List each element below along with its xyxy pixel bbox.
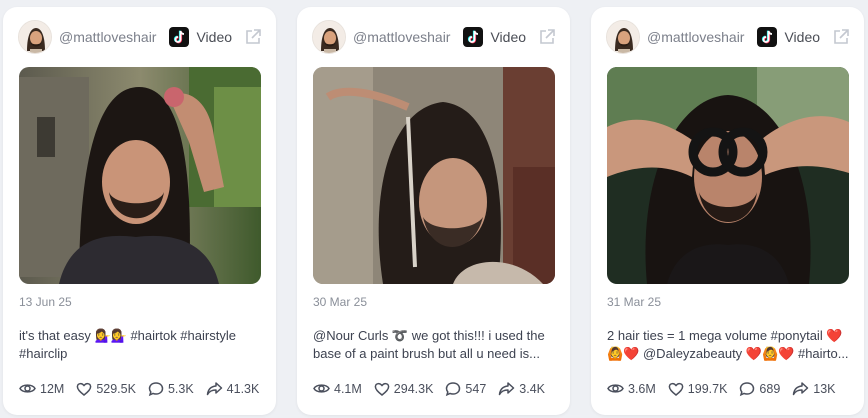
post-stats: 12M 529.5K 5.3K 41.3K [19,380,271,397]
eye-icon [313,384,330,393]
external-link-icon[interactable] [538,28,556,46]
share-icon [793,381,809,395]
post-caption: it's that easy 💁‍♀️💁‍♀️ #hairtok #hairst… [19,328,236,361]
eye-icon [19,384,36,393]
comments-stat: 689 [739,381,780,397]
heart-icon [668,382,684,396]
eye-icon [607,384,624,393]
card-header: @mattloveshair Video [591,19,864,55]
post-date: 13 Jun 25 [19,295,72,309]
card-header: @mattloveshair Video [3,19,276,55]
tiktok-icon [463,27,484,47]
post-date: 30 Mar 25 [313,295,368,309]
shares-stat: 3.4K [498,381,545,397]
post-stats: 3.6M 199.7K 689 13K [607,380,848,397]
views-count: 4.1M [334,381,362,396]
views-stat: 3.6M [607,380,656,397]
comments-stat: 5.3K [148,381,194,397]
heart-icon [374,382,390,396]
likes-stat: 199.7K [668,381,728,397]
video-thumbnail[interactable] [607,67,849,284]
comment-icon [148,381,164,396]
avatar[interactable] [606,20,640,54]
post-caption: @Nour Curls ➰ we got this!!! i used the … [313,328,545,361]
username[interactable]: @mattloveshair [647,29,744,45]
comment-icon [740,381,755,396]
shares-count: 3.4K [519,381,545,396]
avatar[interactable] [18,20,52,54]
comment-icon [446,381,461,396]
tiktok-icon [169,27,190,47]
share-icon [206,381,222,395]
likes-count: 199.7K [687,381,728,396]
shares-count: 41.3K [226,381,260,396]
video-thumbnail[interactable] [19,67,261,284]
card-header: @mattloveshair Video [297,19,570,55]
external-link-icon[interactable] [832,28,850,46]
views-stat: 4.1M [313,380,362,397]
comments-count: 689 [759,381,781,396]
views-count: 12M [40,381,65,396]
post-date: 31 Mar 25 [607,295,662,309]
avatar-illustration [19,21,51,53]
video-thumbnail[interactable] [313,67,555,284]
likes-stat: 529.5K [76,381,136,397]
comments-count: 5.3K [167,381,194,396]
avatar[interactable] [312,20,346,54]
comments-count: 547 [465,381,487,396]
platform-label: Video [784,29,821,45]
share-icon [499,381,515,395]
shares-count: 13K [813,381,836,396]
platform-label: Video [196,29,233,45]
likes-stat: 294.3K [374,381,434,397]
likes-count: 294.3K [393,381,434,396]
video-card[interactable]: @mattloveshair Video [3,7,276,415]
views-count: 3.6M [628,381,656,396]
post-caption: 2 hair ties = 1 mega volume #ponytail ❤️… [607,328,849,361]
username[interactable]: @mattloveshair [59,29,156,45]
username[interactable]: @mattloveshair [353,29,450,45]
external-link-icon[interactable] [244,28,262,46]
avatar-illustration [313,21,345,53]
likes-count: 529.5K [96,381,136,396]
comments-stat: 547 [445,381,486,397]
post-stats: 4.1M 294.3K 547 3.4K [313,380,557,397]
views-stat: 12M [19,380,64,397]
tiktok-icon [757,27,778,47]
avatar-illustration [607,21,639,53]
video-card[interactable]: @mattloveshair Video 30 Mar 25 @Nour Cur… [297,7,570,415]
shares-stat: 41.3K [206,381,260,397]
heart-icon [76,382,92,396]
shares-stat: 13K [792,381,836,397]
video-card[interactable]: @mattloveshair Video [591,7,864,415]
platform-label: Video [490,29,527,45]
